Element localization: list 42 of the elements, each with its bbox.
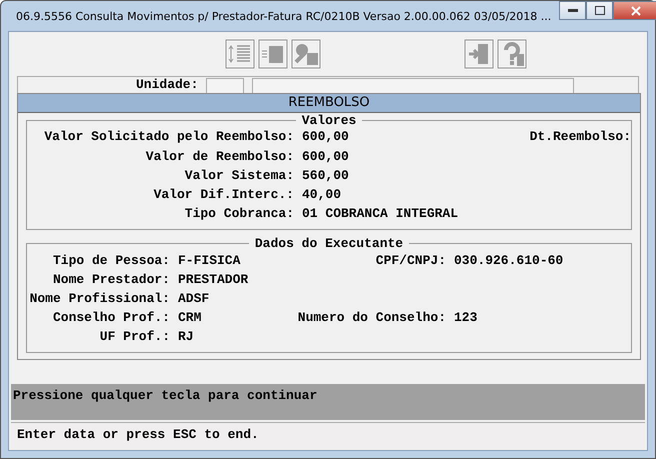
field-label: Tipo Cobranca:	[184, 206, 294, 221]
group-title: Valores	[300, 113, 358, 128]
field-value: 123	[453, 310, 478, 325]
group-title: Dados do Executante	[254, 236, 404, 251]
field-label: Conselho Prof.:	[52, 310, 170, 325]
field-label: Numero do Conselho:	[296, 310, 446, 325]
list-icon[interactable]	[258, 39, 288, 69]
field-label: Tipo de Pessoa:	[52, 253, 170, 268]
message-bar: Pressione qualquer tecla para continuar	[11, 384, 645, 420]
window-title: 06.9.5556 Consulta Movimentos p/ Prestador-Fatura RC/0210B Versao 2.00.00.062 03/05/2018 ...	[16, 10, 552, 22]
field-label: Valor Solicitado pelo Reembolso:	[43, 129, 294, 144]
field-label: CPF/CNPJ:	[374, 253, 446, 268]
field-value: 600,00	[301, 149, 350, 164]
field-value: RJ	[177, 329, 195, 344]
field-value: 01 COBRANCA INTEGRAL	[301, 206, 460, 221]
sort-list-icon[interactable]	[225, 39, 255, 69]
maximize-icon	[594, 6, 605, 15]
close-icon	[631, 6, 642, 16]
field-value: 560,00	[301, 168, 350, 183]
maximize-button[interactable]	[586, 1, 614, 20]
field-label: Dt.Reembolso:	[528, 129, 631, 144]
field-label: Valor de Reembolso:	[144, 149, 294, 164]
field-label: Valor Dif.Interc.:	[152, 187, 294, 202]
key-icon[interactable]	[291, 39, 321, 69]
dialog-title: REEMBOLSO	[18, 94, 640, 113]
field-value: 600,00	[301, 129, 350, 144]
field-label: Nome Profissional:	[28, 291, 170, 306]
close-button[interactable]	[613, 1, 656, 20]
field-value: PRESTADOR	[177, 272, 250, 287]
field-label: UF Prof.:	[98, 329, 170, 344]
field-label: Valor Sistema:	[184, 168, 294, 183]
field-value: ADSF	[177, 291, 210, 306]
field-value: F-FISICA	[177, 253, 242, 268]
field-label: Nome Prestador:	[52, 272, 170, 287]
exit-door-icon[interactable]	[464, 39, 494, 69]
field-value: 030.926.610-60	[453, 253, 564, 268]
minimize-button[interactable]	[559, 1, 586, 20]
help-icon[interactable]	[497, 39, 527, 69]
field-label: Unidade:	[136, 78, 198, 92]
minimize-icon	[568, 9, 578, 12]
field-value: CRM	[177, 310, 202, 325]
field-value: 40,00	[301, 187, 342, 202]
